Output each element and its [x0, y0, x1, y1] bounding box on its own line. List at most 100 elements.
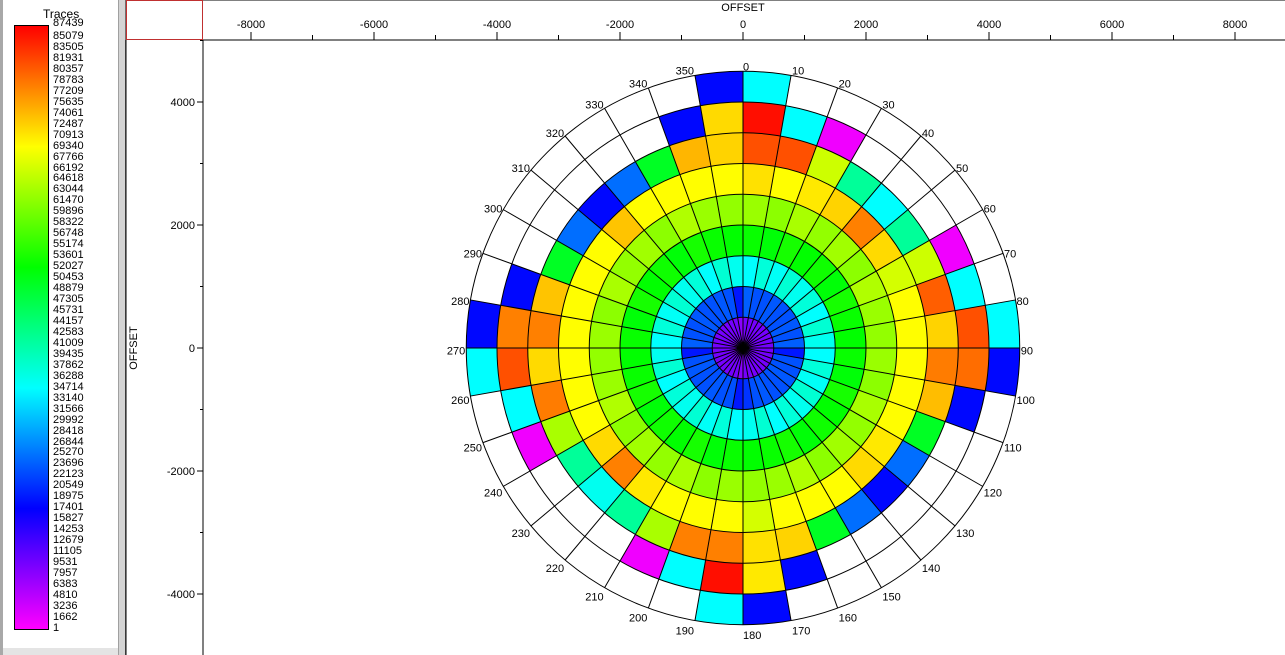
polar-cell — [500, 385, 541, 433]
polar-cell — [829, 364, 865, 391]
polar-cell — [743, 348, 767, 372]
polar-cell — [681, 232, 712, 269]
polar-cell — [703, 294, 728, 325]
polar-cell — [682, 326, 715, 343]
polar-cell — [679, 492, 717, 530]
azimuth-label: 220 — [546, 563, 564, 575]
polar-cell — [689, 308, 720, 333]
polar-cell — [743, 132, 781, 167]
azimuth-spoke — [742, 347, 1016, 397]
polar-cell — [850, 134, 902, 184]
polar-cell — [712, 348, 743, 354]
polar-cell — [663, 288, 696, 318]
polar-cell — [780, 105, 828, 146]
polar-cell — [775, 136, 817, 175]
azimuth-spoke — [604, 108, 744, 349]
polar-cell — [694, 71, 743, 106]
x-tick-label: -4000 — [483, 19, 511, 31]
azimuth-spoke — [742, 209, 983, 349]
polar-cell — [732, 378, 743, 410]
polar-cell — [861, 183, 908, 230]
polar-cell — [743, 348, 749, 379]
polar-cell — [743, 348, 763, 375]
polar-cell — [743, 499, 776, 533]
polar-cell — [822, 379, 859, 410]
polar-cell — [530, 506, 585, 561]
y-tick-label: 0 — [189, 343, 195, 355]
azimuth-spoke — [742, 169, 956, 349]
panel-bottom-strip — [3, 648, 118, 655]
polar-cell — [864, 321, 897, 348]
azimuth-spoke — [742, 347, 956, 527]
colorbar-label: 29992 — [53, 413, 84, 426]
polar-cell — [554, 159, 605, 210]
polar-cell — [712, 290, 733, 322]
azimuth-spoke — [742, 347, 1004, 444]
azimuth-label: 50 — [956, 163, 968, 175]
polar-cell — [743, 163, 776, 197]
polar-cell — [666, 203, 701, 242]
offset-ring — [711, 316, 775, 380]
polar-cell — [743, 332, 772, 348]
polar-cell — [789, 418, 823, 455]
polar-cell — [700, 102, 743, 137]
polar-cell — [894, 348, 928, 381]
polar-cell — [743, 348, 759, 377]
polar-offset-chart: OFFSET -8000 -6000 -4000 -2000 0 2000 4000 6000… — [125, 0, 1285, 655]
polar-cell — [849, 390, 888, 425]
polar-cell — [759, 434, 786, 470]
polar-cell — [732, 348, 743, 379]
polar-cell — [712, 348, 743, 359]
azimuth-label: 190 — [676, 625, 694, 637]
polar-cell — [743, 408, 760, 441]
azimuth-spoke — [694, 347, 744, 621]
panel-splitter[interactable] — [118, 0, 126, 655]
polar-cell — [620, 348, 653, 370]
polar-cell — [584, 512, 636, 562]
polar-cell — [924, 310, 959, 348]
polar-cell — [931, 471, 983, 526]
polar-cell — [753, 290, 774, 322]
polar-cell — [743, 102, 786, 137]
polar-cell — [620, 534, 670, 580]
polar-cell — [985, 299, 1020, 348]
offset-ring — [619, 224, 867, 472]
polar-cell — [743, 348, 770, 368]
azimuth-label: 130 — [956, 528, 974, 540]
offset-ring — [650, 255, 836, 441]
polar-cell — [985, 348, 1020, 397]
polar-cell — [470, 253, 512, 306]
polar-cell — [887, 284, 925, 322]
polar-cell — [681, 427, 712, 464]
azimuth-spoke — [503, 209, 744, 349]
polar-cell — [609, 249, 649, 287]
polar-cell — [764, 261, 790, 295]
polar-cell — [561, 374, 599, 412]
polar-cell — [916, 274, 955, 316]
polar-cell — [764, 196, 796, 233]
polar-cell — [764, 463, 796, 500]
polar-cell — [700, 434, 727, 470]
polar-cell — [666, 454, 701, 493]
polar-cell — [583, 424, 626, 467]
polar-cell — [598, 271, 637, 306]
polar-cells — [466, 71, 1020, 625]
polar-cell — [931, 170, 983, 225]
polar-cell — [695, 367, 724, 396]
polar-cell — [658, 550, 706, 591]
polar-cell — [901, 135, 956, 190]
polar-cell — [650, 481, 691, 522]
polar-cell — [743, 469, 770, 502]
polar-cell — [712, 342, 743, 348]
polar-cell — [620, 116, 670, 162]
polar-cell — [774, 232, 805, 269]
polar-cell — [565, 536, 620, 588]
polar-cell — [833, 326, 866, 348]
polar-cell — [837, 409, 877, 447]
azimuth-spoke — [742, 347, 882, 588]
polar-cell — [858, 369, 895, 401]
polar-cell — [569, 255, 610, 296]
polar-cell — [774, 427, 805, 464]
polar-cell — [554, 486, 605, 537]
polar-cell — [625, 230, 664, 269]
